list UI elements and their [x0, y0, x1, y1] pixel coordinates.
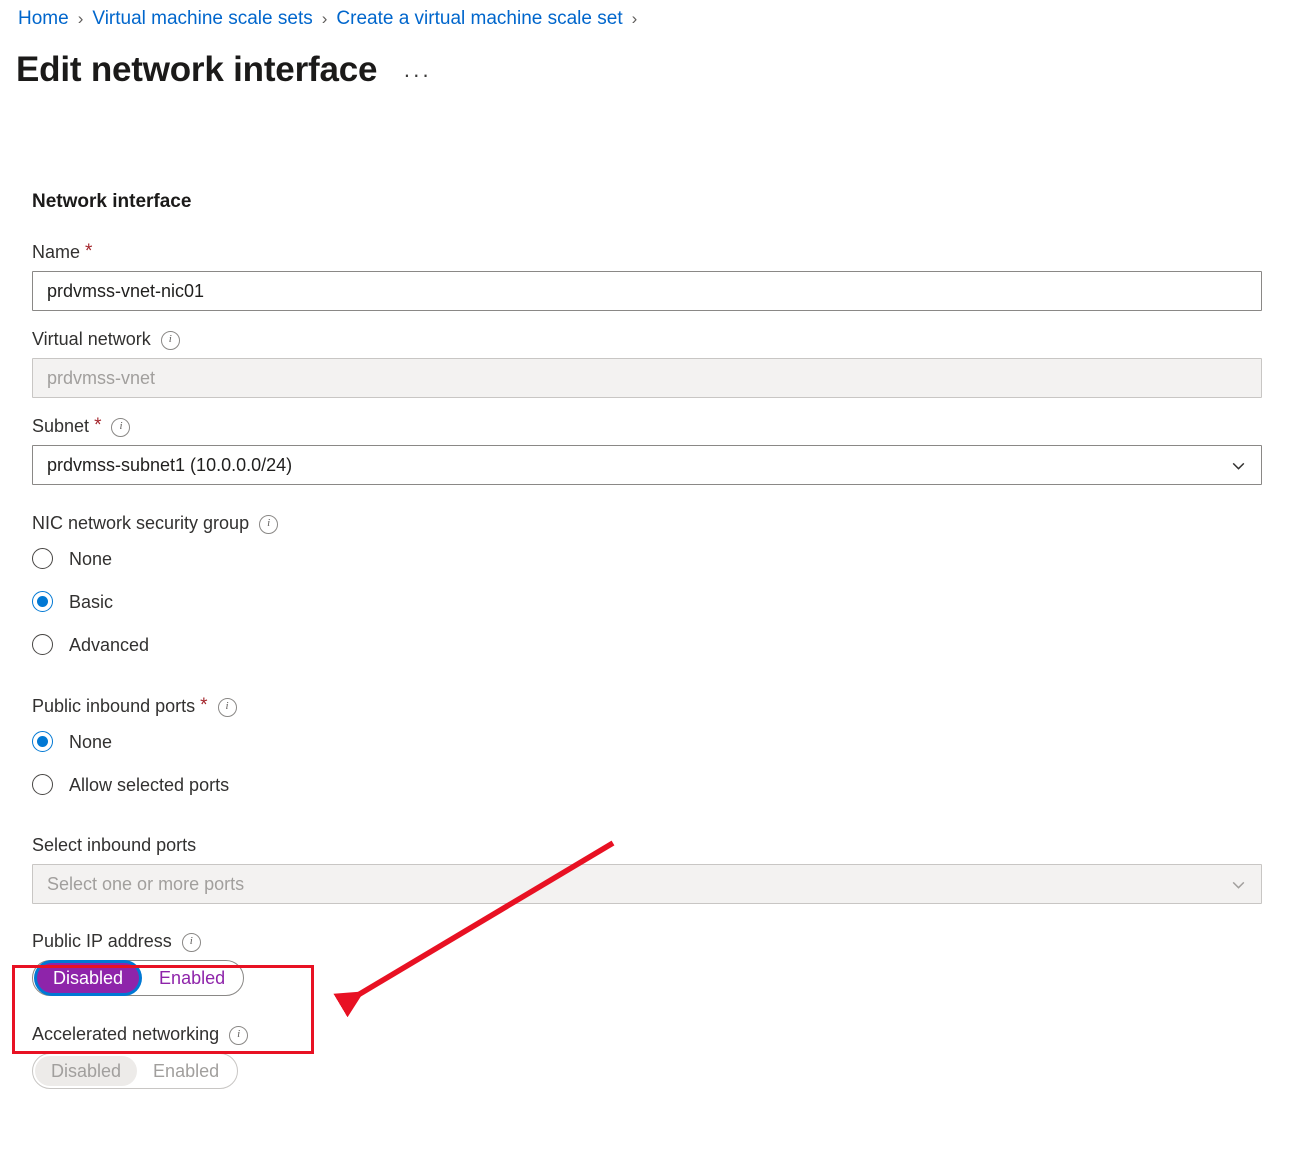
virtual-network-label: Virtual network i	[32, 327, 1262, 351]
public-ip-address-option-disabled[interactable]: Disabled	[37, 963, 140, 993]
page-title: Edit network interface	[16, 50, 378, 89]
nic-nsg-label: NIC network security group i	[32, 511, 1262, 535]
network-interface-form: Network interface Name * prdvmss-vnet-ni…	[32, 190, 1262, 1105]
radio-button[interactable]	[32, 548, 53, 569]
accelerated-networking-label-text: Accelerated networking	[32, 1024, 220, 1044]
subnet-label-text: Subnet	[32, 416, 90, 436]
subnet-selected-value: prdvmss-subnet1 (10.0.0.0/24)	[47, 454, 293, 475]
breadcrumb-item-vmss[interactable]: Virtual machine scale sets	[92, 6, 312, 32]
accelerated-networking-toggle: Disabled Enabled	[32, 1053, 239, 1089]
public-inbound-ports-label-text: Public inbound ports	[32, 696, 196, 716]
select-inbound-ports-label-text: Select inbound ports	[32, 835, 197, 855]
info-icon[interactable]: i	[217, 697, 237, 717]
public-ip-address-label: Public IP address i	[32, 929, 1262, 953]
subnet-label: Subnet * i	[32, 414, 1262, 438]
field-public-ip-address: Public IP address i Disabled Enabled	[32, 929, 1262, 996]
required-marker: *	[200, 695, 208, 716]
public-ip-address-toggle[interactable]: Disabled Enabled	[32, 960, 245, 996]
radio-button[interactable]	[32, 634, 53, 655]
field-virtual-network: Virtual network i prdvmss-vnet	[32, 327, 1262, 398]
public-ip-address-option-enabled[interactable]: Enabled	[143, 963, 241, 993]
virtual-network-label-text: Virtual network	[32, 329, 151, 349]
required-marker: *	[85, 241, 93, 262]
accelerated-networking-option-disabled: Disabled	[35, 1056, 138, 1086]
radio-nic-nsg-none[interactable]: None	[32, 537, 1262, 580]
field-accelerated-networking: Accelerated networking i Disabled Enable…	[32, 1022, 1262, 1089]
radio-public-inbound-allow-selected[interactable]: Allow selected ports	[32, 763, 1262, 806]
breadcrumb-separator-icon: ›	[77, 9, 84, 28]
field-nic-network-security-group: NIC network security group i None Basic …	[32, 511, 1262, 666]
radio-nic-nsg-advanced[interactable]: Advanced	[32, 623, 1262, 666]
accelerated-networking-option-enabled: Enabled	[153, 1060, 220, 1081]
radio-button[interactable]	[32, 774, 53, 795]
public-inbound-ports-label: Public inbound ports * i	[32, 694, 1262, 718]
breadcrumb-item-create-vmss[interactable]: Create a virtual machine scale set	[336, 6, 622, 32]
field-select-inbound-ports: Select inbound ports Select one or more …	[32, 833, 1262, 904]
radio-label: Advanced	[69, 634, 150, 655]
radio-label: Basic	[69, 591, 114, 612]
breadcrumb-separator-icon: ›	[631, 9, 638, 28]
radio-public-inbound-none[interactable]: None	[32, 720, 1262, 763]
select-inbound-ports-select: Select one or more ports	[32, 864, 1262, 904]
nic-nsg-radio-group: None Basic Advanced	[32, 537, 1262, 666]
field-public-inbound-ports: Public inbound ports * i None Allow sele…	[32, 694, 1262, 806]
page-header: Edit network interface ···	[16, 48, 431, 92]
radio-button[interactable]	[32, 591, 53, 612]
public-inbound-ports-radio-group: None Allow selected ports	[32, 720, 1262, 806]
info-icon[interactable]: i	[160, 330, 180, 350]
breadcrumb: Home › Virtual machine scale sets › Crea…	[18, 6, 646, 32]
more-options-icon[interactable]: ···	[403, 64, 431, 86]
chevron-down-icon	[1232, 881, 1245, 889]
select-inbound-ports-placeholder: Select one or more ports	[47, 873, 245, 894]
nic-nsg-label-text: NIC network security group	[32, 513, 250, 533]
radio-nic-nsg-basic[interactable]: Basic	[32, 580, 1262, 623]
breadcrumb-separator-icon: ›	[321, 9, 328, 28]
breadcrumb-item-home[interactable]: Home	[18, 6, 69, 32]
name-label: Name *	[32, 240, 1262, 264]
radio-label: None	[69, 548, 113, 569]
name-label-text: Name	[32, 242, 81, 262]
radio-label: None	[69, 731, 113, 752]
accelerated-networking-label: Accelerated networking i	[32, 1022, 1262, 1046]
field-name: Name * prdvmss-vnet-nic01	[32, 240, 1262, 311]
subnet-select[interactable]: prdvmss-subnet1 (10.0.0.0/24)	[32, 445, 1262, 485]
info-icon[interactable]: i	[111, 417, 131, 437]
chevron-down-icon	[1232, 462, 1245, 470]
name-input[interactable]: prdvmss-vnet-nic01	[32, 271, 1262, 311]
required-marker: *	[94, 415, 102, 436]
radio-button[interactable]	[32, 731, 53, 752]
virtual-network-input: prdvmss-vnet	[32, 358, 1262, 398]
radio-label: Allow selected ports	[69, 774, 230, 795]
info-icon[interactable]: i	[229, 1025, 249, 1045]
info-icon[interactable]: i	[259, 514, 279, 534]
field-subnet: Subnet * i prdvmss-subnet1 (10.0.0.0/24)	[32, 414, 1262, 485]
section-title: Network interface	[32, 191, 192, 212]
select-inbound-ports-label: Select inbound ports	[32, 833, 1262, 857]
public-ip-address-label-text: Public IP address	[32, 931, 172, 951]
info-icon[interactable]: i	[181, 932, 201, 952]
